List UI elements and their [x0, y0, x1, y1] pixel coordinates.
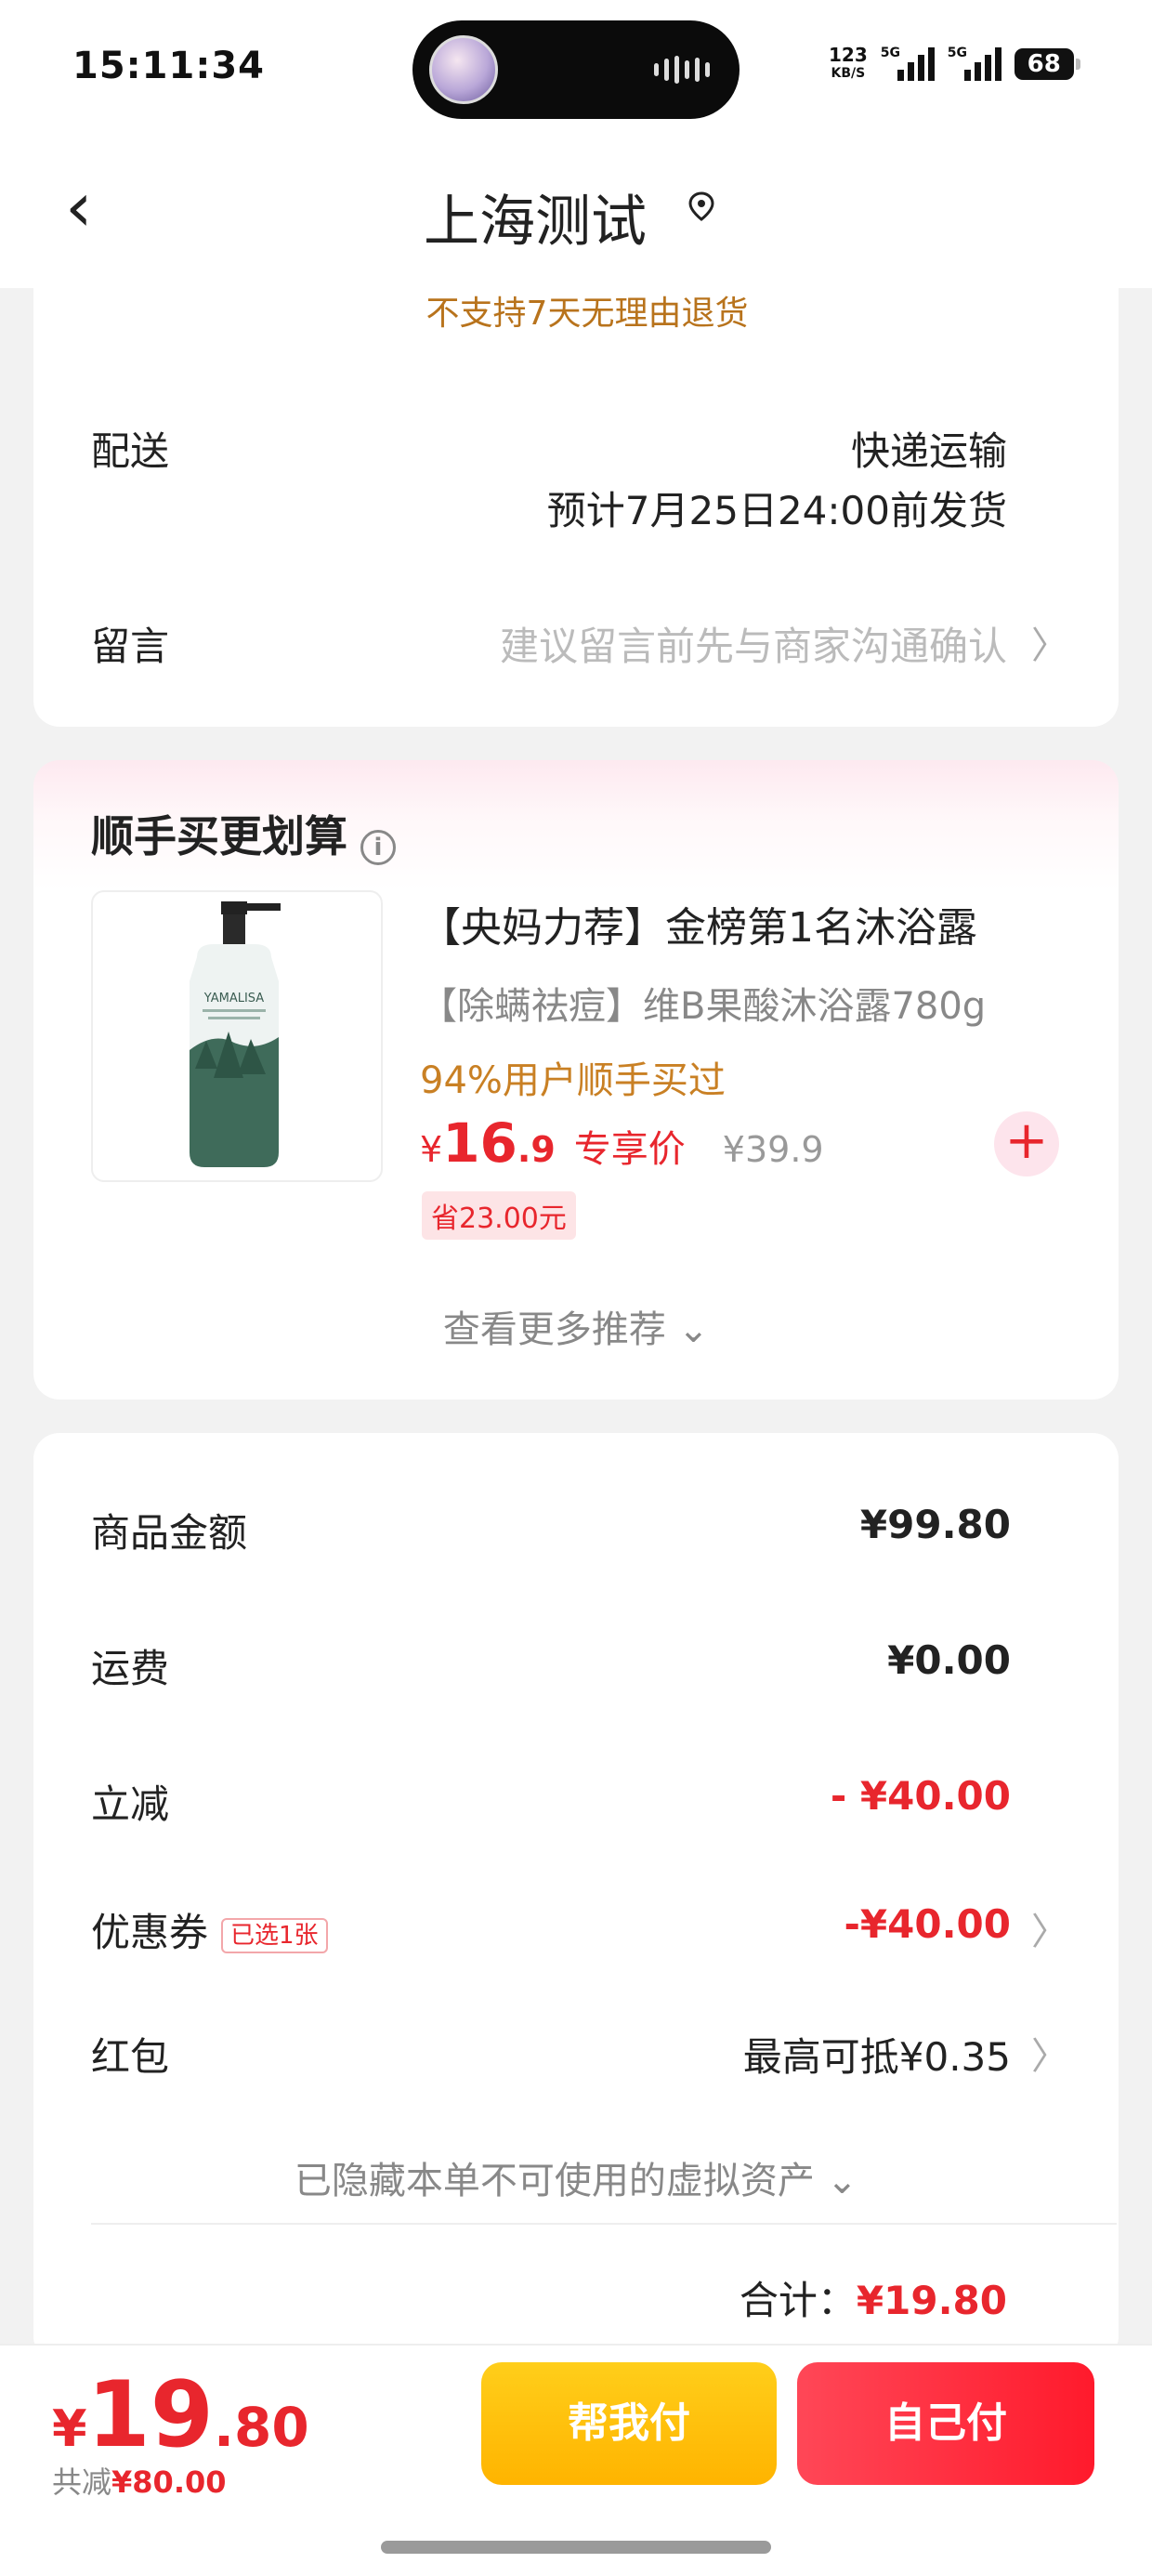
avatar [429, 35, 498, 104]
instant-discount-label: 立减 [91, 1781, 170, 1827]
total-saved: 共减¥80.00 [52, 2459, 227, 2502]
saved-value: ¥80.00 [111, 2464, 227, 2500]
network-speed-value: 123 [829, 44, 868, 66]
chevron-right-icon[interactable]: 〉 [1031, 615, 1068, 669]
network-speed-unit: KB/S [831, 66, 866, 81]
delivery-method: 快递运输 [850, 428, 1007, 474]
home-indicator[interactable] [381, 2541, 771, 2554]
message-label: 留言 [91, 624, 170, 669]
coupon-selected-badge: 已选1张 [221, 1917, 328, 1953]
return-policy-notice: 不支持7天无理由退货 [425, 295, 749, 333]
goods-amount-value: ¥99.80 [859, 1502, 1011, 1547]
hidden-assets-toggle[interactable]: 已隐藏本单不可使用的虚拟资产 ⌄ [0, 2150, 1152, 2204]
saving-badge: 省23.00元 [422, 1191, 576, 1240]
price-decimal: .9 [517, 1129, 556, 1170]
add-to-order-button[interactable]: + [994, 1111, 1059, 1176]
audio-wave-icon [654, 56, 710, 84]
bottle-brand-text: YAMALISA [203, 992, 265, 1005]
signal-label: 5G [880, 46, 900, 60]
shipping-fee-label: 运费 [91, 1646, 170, 1691]
coupon-value[interactable]: -¥40.00 [844, 1901, 1011, 1947]
battery-icon: 68 [1014, 48, 1080, 80]
network-speed: 123 KB/S [829, 46, 868, 83]
pay-currency: ¥ [52, 2399, 87, 2458]
location-pin-icon[interactable] [686, 191, 717, 222]
help-me-pay-button[interactable]: 帮我付 [481, 2362, 777, 2485]
product-name[interactable]: 【央妈力荐】金榜第1名沐浴露 [420, 894, 977, 953]
signal-icon: 5G [947, 46, 1001, 81]
recommend-title: 顺手买更划算 [91, 811, 347, 861]
divider [91, 2223, 1117, 2225]
delivery-label: 配送 [91, 428, 170, 474]
saved-label: 共减 [52, 2464, 112, 2500]
total-label: 合计： [739, 2278, 857, 2323]
signal-label: 5G [947, 46, 967, 60]
total-value: ¥19.80 [856, 2278, 1007, 2323]
coupon-label: 优惠券 [91, 1910, 209, 1955]
order-total: 合计：¥19.80 [740, 2269, 1007, 2326]
message-input[interactable]: 建议留言前先与商家沟通确认 [500, 615, 1007, 672]
shipping-fee-value: ¥0.00 [887, 1637, 1011, 1683]
product-image[interactable]: YAMALISA [91, 890, 383, 1182]
delivery-eta: 预计7月25日24:00前发货 [546, 488, 1007, 533]
social-proof: 94%用户顺手买过 [420, 1059, 726, 1102]
dynamic-island[interactable] [412, 20, 740, 119]
signal-icon: 5G [880, 46, 935, 81]
pay-decimal: .80 [213, 2396, 309, 2459]
product-subtitle: 【除螨祛痘】维B果酸沐浴露780g [420, 985, 987, 1028]
coupon-row[interactable]: 优惠券 已选1张 [91, 1901, 328, 1958]
page-title: 上海测试 [424, 190, 647, 255]
more-recommendations-link[interactable]: 查看更多推荐 ⌄ [0, 1299, 1152, 1353]
price-currency: ¥ [420, 1129, 443, 1170]
red-packet-label: 红包 [91, 2034, 170, 2080]
chevron-left-icon[interactable]: ‹ [65, 173, 93, 242]
chevron-right-icon[interactable]: 〉 [1031, 2026, 1068, 2080]
status-time: 15:11:34 [72, 45, 265, 87]
pay-amount: ¥19.80 [52, 2362, 309, 2468]
pay-myself-button[interactable]: 自己付 [797, 2362, 1094, 2485]
pay-integer: 19 [86, 2362, 214, 2468]
original-price: ¥39.9 [722, 1129, 824, 1170]
price-integer: 16 [442, 1111, 517, 1175]
info-icon[interactable]: i [360, 829, 396, 865]
goods-amount-label: 商品金额 [91, 1510, 248, 1556]
body-wash-bottle-image: YAMALISA [190, 901, 281, 1167]
system-icons: 123 KB/S 5G 5G 68 [829, 41, 1080, 87]
chevron-right-icon[interactable]: 〉 [1031, 1901, 1068, 1955]
price-tag: 专享价 [573, 1128, 686, 1171]
recommend-header: 顺手买更划算 i [91, 803, 396, 865]
red-packet-value[interactable]: 最高可抵¥0.35 [743, 2026, 1011, 2083]
product-price: ¥16.9 专享价 ¥39.9 [420, 1111, 824, 1175]
instant-discount-value: - ¥40.00 [830, 1773, 1011, 1819]
